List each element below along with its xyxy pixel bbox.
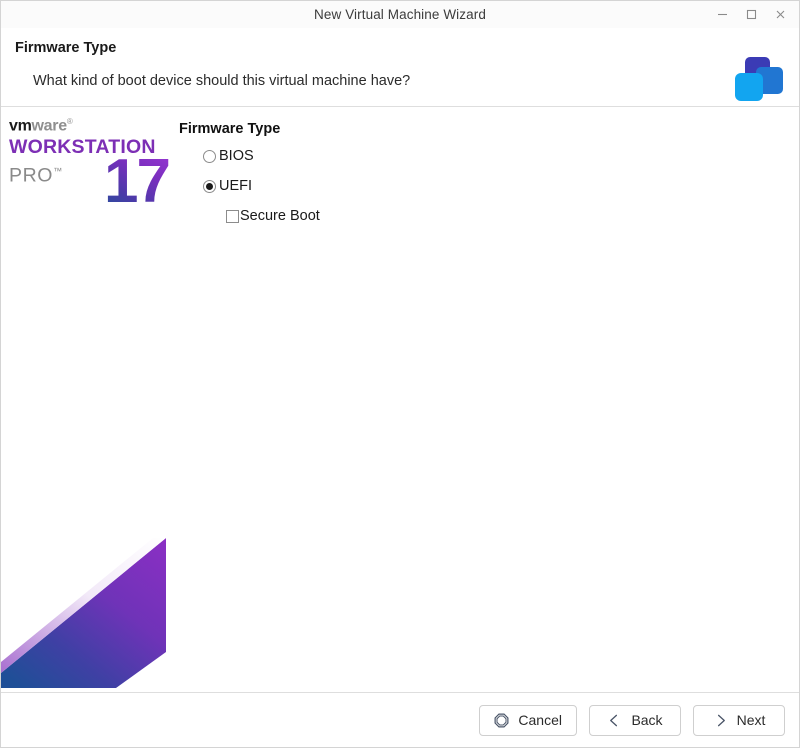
- window-title: New Virtual Machine Wizard: [314, 7, 486, 22]
- edition-label: PRO: [9, 164, 54, 187]
- page-subtitle: What kind of boot device should this vir…: [33, 73, 411, 89]
- next-button[interactable]: Next: [693, 704, 785, 736]
- radio-bios[interactable]: [203, 149, 216, 163]
- vmware-cubes-icon: [731, 55, 787, 107]
- secure-boot-checkbox[interactable]: [226, 209, 239, 223]
- edition-name: PRO™: [9, 159, 63, 188]
- form-legend: Firmware Type: [179, 121, 281, 137]
- title-bar: New Virtual Machine Wizard: [1, 1, 799, 28]
- trademark-mark: ™: [53, 166, 63, 177]
- wizard-body: vmware® WORKSTATION PRO™ 17 Firmware Typ…: [1, 107, 799, 692]
- window-controls: [708, 1, 795, 28]
- vmware-wordmark: vmware®: [9, 113, 169, 135]
- gradient-parallelogram-decoration: [1, 527, 171, 692]
- edition-row: PRO™ 17: [9, 151, 171, 213]
- cancel-button-label: Cancel: [518, 712, 562, 728]
- radio-bios-label: BIOS: [219, 148, 254, 164]
- secure-boot-label: Secure Boot: [240, 208, 320, 224]
- close-button[interactable]: [766, 3, 795, 27]
- vmware-wordmark-ware: ware: [31, 117, 68, 135]
- firmware-type-form: Firmware Type BIOS UEFI Secure Boot: [179, 121, 320, 224]
- vmware-workstation-branding: vmware® WORKSTATION PRO™ 17: [9, 113, 171, 213]
- radio-option-bios[interactable]: BIOS: [203, 148, 320, 164]
- wizard-header: Firmware Type What kind of boot device s…: [1, 28, 799, 107]
- registered-mark: ®: [66, 117, 73, 126]
- back-button-label: Back: [631, 712, 663, 728]
- radio-uefi[interactable]: [203, 179, 216, 193]
- wizard-footer: Cancel Back Next: [1, 692, 799, 747]
- secure-boot-option[interactable]: Secure Boot: [226, 208, 320, 224]
- radio-option-uefi[interactable]: UEFI: [203, 178, 320, 194]
- version-number: 17: [104, 147, 171, 217]
- chevron-right-icon: [713, 713, 728, 728]
- radio-uefi-label: UEFI: [219, 178, 253, 194]
- chevron-left-icon: [607, 713, 622, 728]
- octagon-stop-icon: [494, 713, 509, 728]
- next-button-label: Next: [736, 712, 766, 728]
- new-virtual-machine-wizard-window: New Virtual Machine Wizard Firmware Type…: [0, 0, 800, 748]
- minimize-button[interactable]: [708, 3, 737, 27]
- cancel-button[interactable]: Cancel: [479, 704, 577, 736]
- vmware-wordmark-vm: vm: [9, 117, 32, 135]
- back-button[interactable]: Back: [589, 704, 681, 736]
- maximize-button[interactable]: [737, 3, 766, 27]
- page-title: Firmware Type: [15, 40, 117, 56]
